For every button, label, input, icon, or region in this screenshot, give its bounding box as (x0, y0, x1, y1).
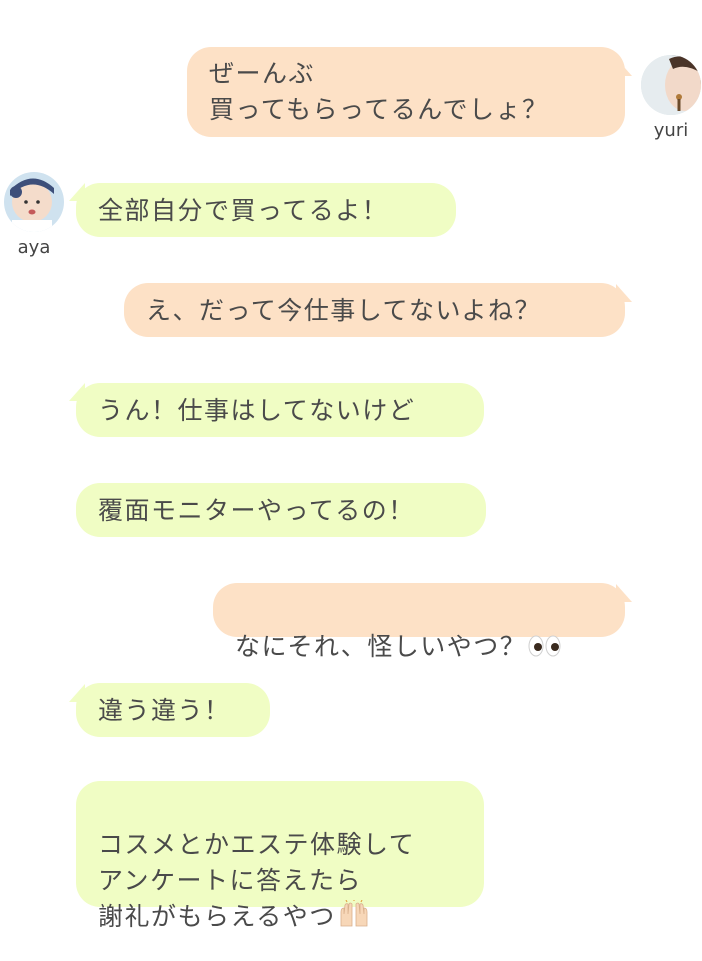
message-bubble: 違う違う！ (76, 683, 270, 737)
avatar-name-aya: aya (17, 237, 51, 258)
yuri-photo-icon (641, 55, 701, 115)
message-bubble: なにそれ、怪しいやつ？ (213, 583, 625, 661)
raising-hands-emoji-icon (338, 899, 370, 938)
avatar-name-yuri: yuri (653, 120, 689, 141)
message-bubble: 全部自分で買ってるよ！ (76, 183, 456, 237)
message-text: なにそれ、怪しいやつ？ (235, 632, 527, 661)
message-bubble: 覆面モニターやってるの！ (76, 483, 486, 537)
aya-photo-icon (4, 172, 64, 232)
message-bubble: ぜーんぶ 買ってもらってるんでしょ？ (187, 47, 625, 137)
message-bubble: え、だって今仕事してないよね？ (124, 283, 625, 337)
message-bubble: コスメとかエステ体験して アンケートに答えたら 謝礼がもらえるやつ (76, 781, 484, 931)
avatar-aya[interactable] (4, 172, 64, 232)
avatar-yuri[interactable] (641, 55, 701, 115)
message-bubble: うん！仕事はしてないけど (76, 383, 484, 437)
eyes-emoji-icon (528, 632, 562, 668)
